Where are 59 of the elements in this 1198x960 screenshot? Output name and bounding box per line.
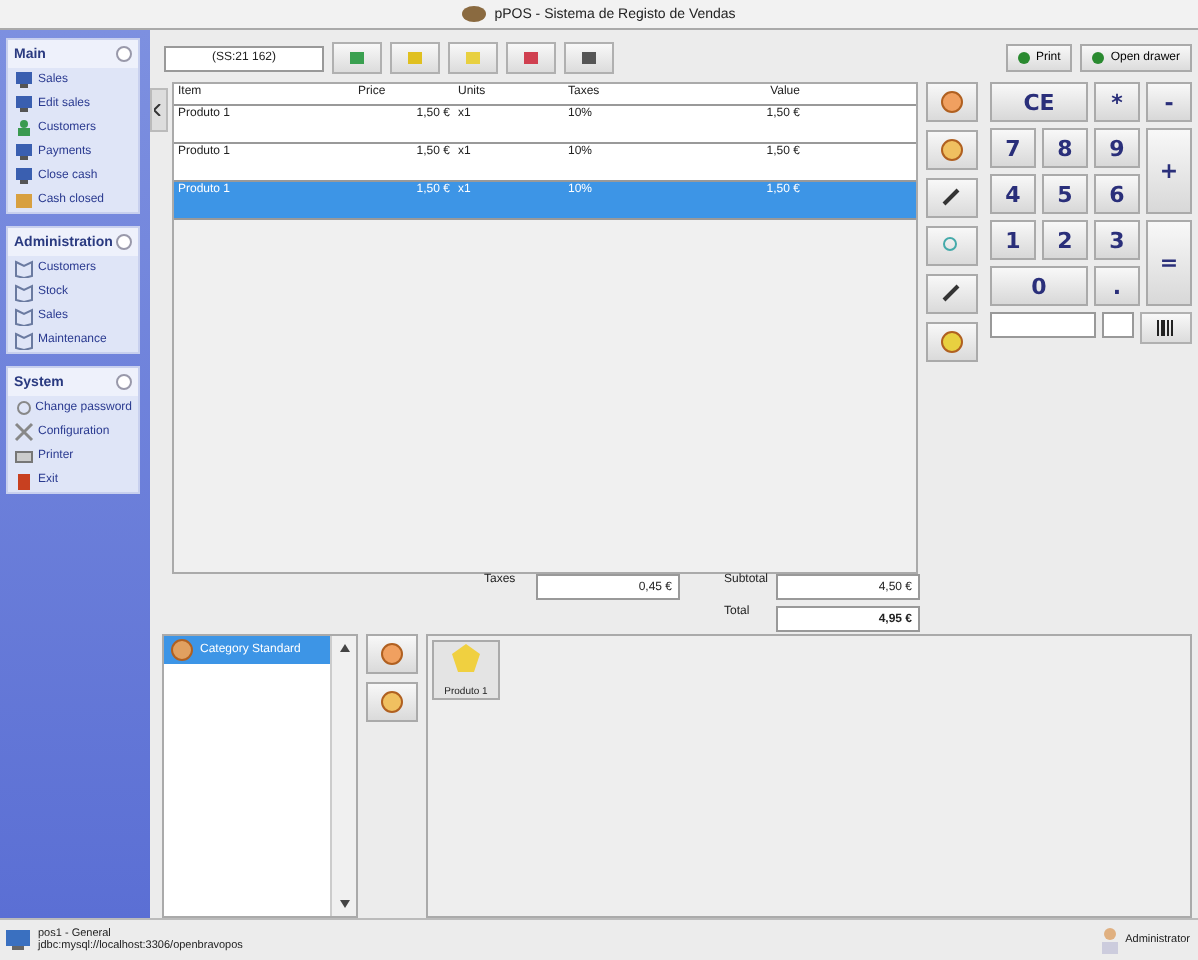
- keypad-key[interactable]: 7: [990, 128, 1036, 168]
- printer-icon: [14, 446, 34, 466]
- keypad-key[interactable]: 5: [1042, 174, 1088, 214]
- input-field[interactable]: [990, 312, 1097, 338]
- keypad-key[interactable]: .: [1094, 266, 1140, 306]
- barcode-button[interactable]: [1140, 312, 1192, 344]
- monitor-icon: [14, 166, 34, 186]
- product-icon: [450, 642, 482, 674]
- keypad-key[interactable]: 1: [990, 220, 1036, 260]
- people-icon: [14, 118, 34, 138]
- up-button[interactable]: [366, 634, 418, 674]
- toolbar-button[interactable]: [564, 42, 614, 74]
- keypad-key[interactable]: 4: [990, 174, 1036, 214]
- dot-icon: [1017, 52, 1030, 64]
- collapse-icon[interactable]: [116, 234, 132, 250]
- toolbar-icon: [580, 50, 598, 66]
- keypad-key[interactable]: +: [1146, 128, 1192, 214]
- toolbar-button[interactable]: [506, 42, 556, 74]
- keypad-key[interactable]: *: [1094, 82, 1140, 122]
- keypad-key[interactable]: 3: [1094, 220, 1140, 260]
- circle-icon: [940, 330, 964, 354]
- monitor-icon: [4, 928, 32, 952]
- toolbar-button[interactable]: [332, 42, 382, 74]
- category-icon: [170, 638, 194, 662]
- barcode-icon: [1156, 320, 1177, 336]
- app-icon: [462, 4, 487, 24]
- circle-icon: [380, 690, 404, 714]
- circle-icon: [940, 138, 964, 162]
- toolbar-icon: [406, 50, 424, 66]
- circle-icon: [940, 90, 964, 114]
- search-icon: [942, 236, 962, 256]
- user-icon: [1099, 926, 1120, 954]
- dot-icon: [1092, 52, 1105, 64]
- keypad-key[interactable]: 0: [990, 266, 1088, 306]
- keypad-key[interactable]: 6: [1094, 174, 1140, 214]
- collapse-icon[interactable]: [116, 46, 132, 62]
- monitor-icon: [14, 142, 34, 162]
- monitor-icon: [14, 70, 34, 90]
- keypad-key[interactable]: CE: [990, 82, 1088, 122]
- down-button[interactable]: [366, 682, 418, 722]
- scroll-down-icon[interactable]: [339, 900, 349, 908]
- scroll-up-icon[interactable]: [339, 644, 349, 652]
- side-button[interactable]: [926, 178, 978, 218]
- keypad-key[interactable]: -: [1146, 82, 1192, 122]
- monitor-icon: [14, 94, 34, 114]
- keypad-key[interactable]: =: [1146, 220, 1192, 306]
- toolbar-icon: [522, 50, 540, 66]
- collapse-handle[interactable]: [150, 88, 168, 132]
- keypad-key[interactable]: 9: [1094, 128, 1140, 168]
- box-icon: [14, 190, 34, 210]
- input-field[interactable]: [1102, 312, 1135, 338]
- toolbar-icon: [348, 50, 366, 66]
- side-button[interactable]: [926, 274, 978, 314]
- keypad-key[interactable]: 2: [1042, 220, 1088, 260]
- toolbar-icon: [464, 50, 482, 66]
- collapse-icon[interactable]: [116, 374, 132, 390]
- keypad-key[interactable]: 8: [1042, 128, 1088, 168]
- chevron-icon: [154, 104, 163, 116]
- circle-icon: [380, 642, 404, 666]
